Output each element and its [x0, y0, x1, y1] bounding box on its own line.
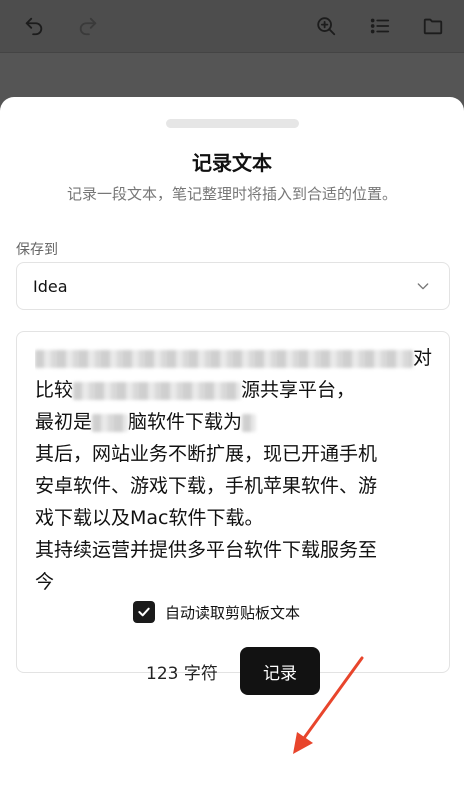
text-line: 戏下载以及Mac软件下载。 — [35, 507, 264, 529]
toolbar-divider — [0, 52, 464, 53]
text-line: 最初是 脑软件下载为 — [35, 406, 435, 438]
auto-read-clipboard-option[interactable]: 自动读取剪贴板文本 — [133, 600, 300, 624]
record-text-sheet: 记录文本 记录一段文本，笔记整理时将插入到合适的位置。 保存到 Idea 对 比… — [0, 97, 464, 804]
save-to-label: 保存到 — [16, 242, 58, 258]
text-line: 其后，网站业务不断扩展，现已开通手机 — [35, 443, 378, 465]
redo-icon[interactable] — [74, 12, 102, 40]
char-count: 123 字符 — [146, 664, 218, 684]
text-line: 对 — [35, 342, 435, 374]
sheet-subtitle: 记录一段文本，笔记整理时将插入到合适的位置。 — [66, 185, 397, 203]
text-line: 其持续运营并提供多平台软件下载服务至 — [35, 539, 378, 561]
blurred-text — [92, 413, 129, 432]
sheet-title: 记录文本 — [192, 151, 272, 175]
checkmark-icon — [138, 607, 150, 617]
text-line: 比较 源共享平台， — [35, 379, 356, 401]
blurred-text — [73, 381, 242, 400]
list-icon[interactable] — [366, 12, 394, 40]
folder-icon[interactable] — [419, 12, 447, 40]
blurred-text — [35, 349, 413, 368]
auto-read-checkbox[interactable] — [133, 601, 155, 623]
zoom-in-icon[interactable] — [312, 12, 340, 40]
sheet-drag-handle[interactable] — [166, 119, 299, 128]
save-to-select[interactable]: Idea — [16, 262, 450, 310]
blurred-text — [242, 413, 257, 432]
record-button[interactable]: 记录 — [240, 647, 320, 695]
chevron-down-icon — [417, 283, 429, 290]
undo-icon[interactable] — [20, 12, 48, 40]
text-line: 今 — [35, 571, 55, 593]
editor-toolbar — [0, 0, 464, 52]
auto-read-label: 自动读取剪贴板文本 — [165, 603, 301, 622]
text-line: 安卓软件、游戏下载，手机苹果软件、游 — [35, 475, 378, 497]
save-to-value: Idea — [33, 276, 68, 296]
